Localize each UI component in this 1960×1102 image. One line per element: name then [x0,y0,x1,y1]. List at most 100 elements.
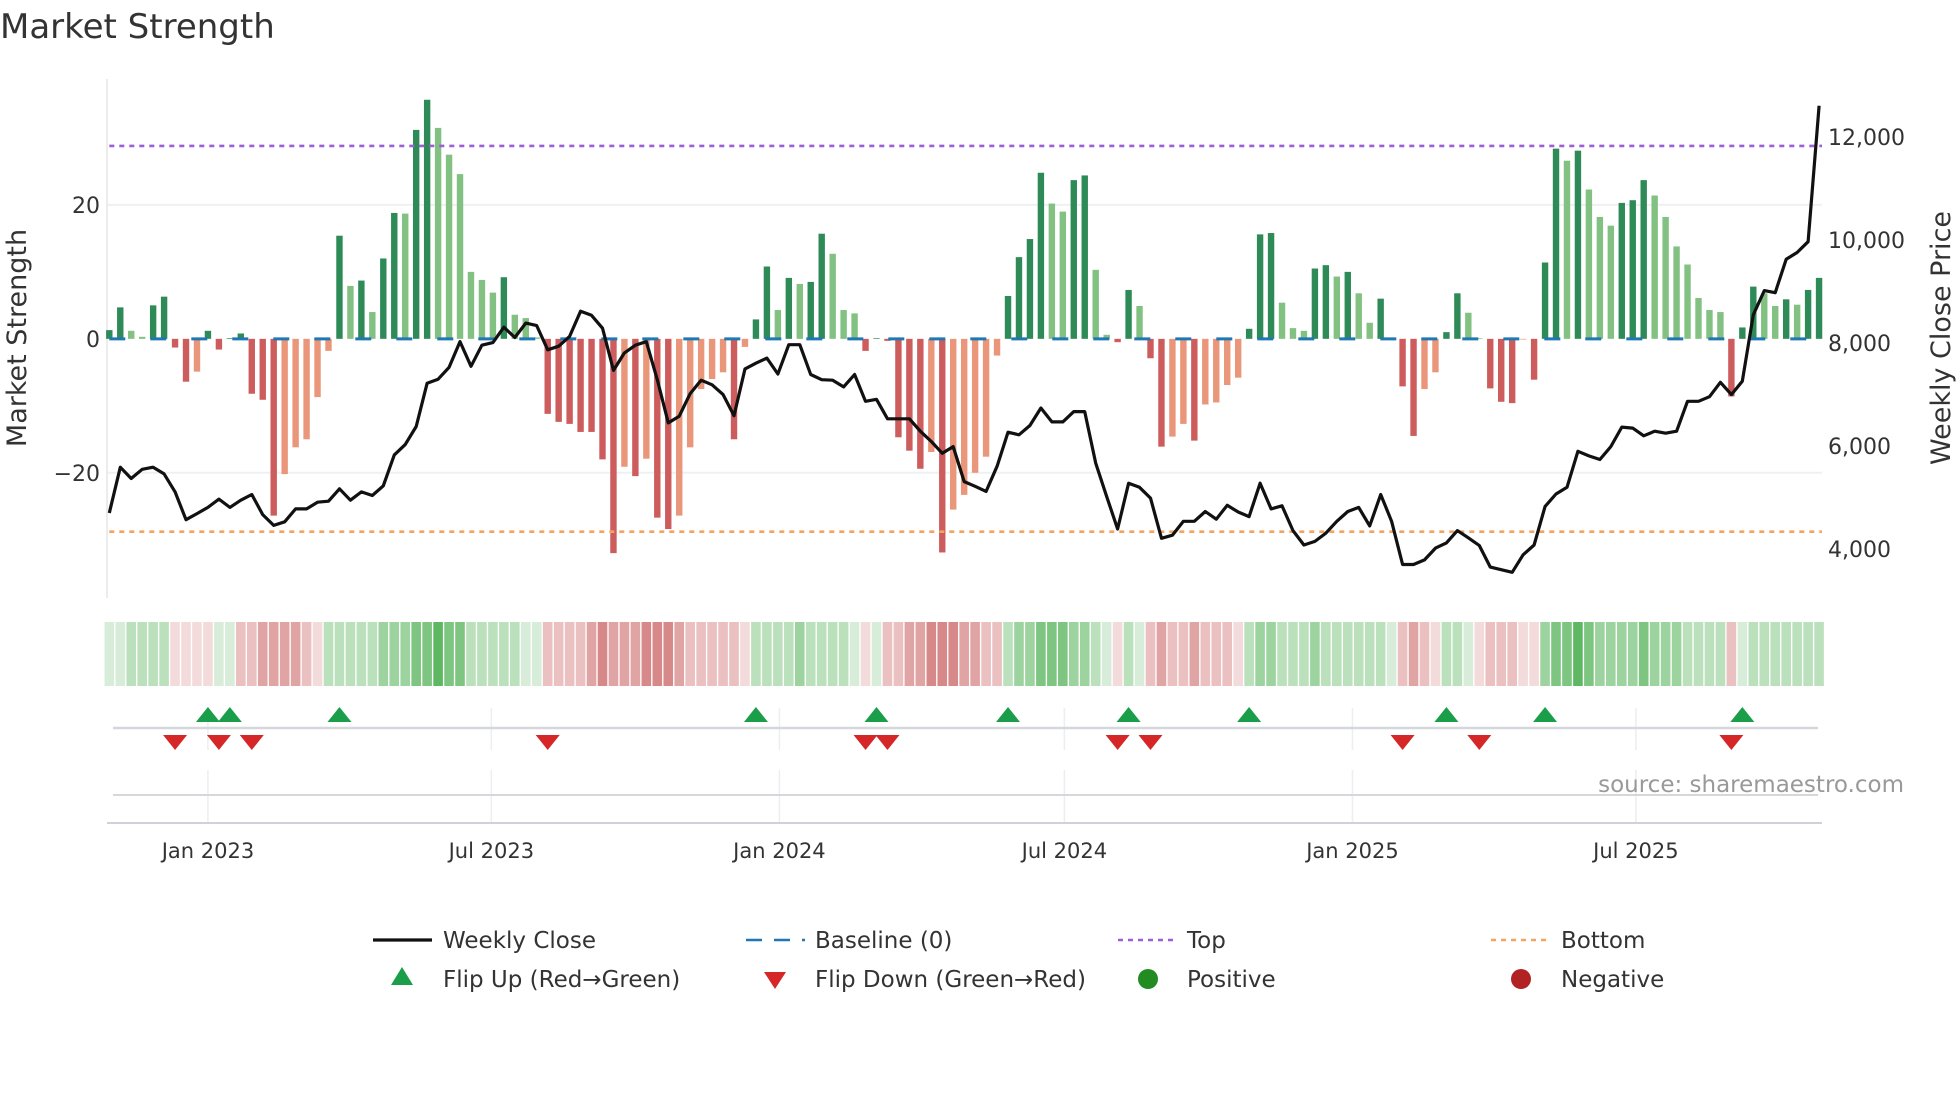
strip-cell-negative [575,622,586,686]
negative-bar [950,338,957,510]
regime-strip [104,622,1824,686]
legend-item-negative[interactable]: Negative [1511,967,1664,993]
positive-bar [1136,306,1143,339]
positive-bar [1004,295,1012,339]
flip-markers-panel [107,707,1822,824]
positive-bar [774,310,782,339]
positive-bar [149,305,157,339]
positive-bar [434,127,442,339]
flip-down-marker-icon [535,735,560,750]
strip-cell-negative [1518,622,1528,686]
strip-cell-positive [1090,622,1101,686]
positive-bar [1311,268,1319,339]
negative-bar [1530,338,1538,380]
strip-cell-positive [762,622,772,686]
x-tick-label: Jul 2023 [447,839,534,863]
strip-cell-negative [290,622,301,686]
strip-cell-positive [1748,622,1759,686]
positive-bar [138,336,146,339]
positive-bar [763,266,771,339]
strip-cell-positive [1375,622,1386,686]
legend-item-flip-up[interactable]: Flip Up (Red→Green) [391,967,680,993]
flip-down-marker-icon [1467,735,1492,750]
strip-cell-negative [1200,622,1211,686]
negative-bar [1410,338,1417,436]
strip-cell-positive [1671,622,1682,686]
strip-cell-negative [1233,622,1243,686]
positive-bar [1651,195,1658,339]
flip-down-marker-icon [1105,735,1130,750]
positive-bar [1717,312,1724,339]
negative-bar [1158,338,1165,447]
strip-cell-negative [860,622,871,686]
legend-item-bottom[interactable]: Bottom [1491,928,1645,954]
positive-bar [1015,257,1023,339]
negative-bar [215,338,223,350]
x-tick-label: Jan 2024 [731,839,826,863]
strip-cell-negative [959,622,969,686]
positive-bar [412,129,420,339]
strip-cell-positive [1737,622,1748,686]
positive-bar [1059,211,1067,339]
negative-bar [1519,338,1527,340]
negative-bar [1432,338,1439,373]
legend-item-positive[interactable]: Positive [1138,967,1276,993]
chart-title: Market Strength [0,7,275,47]
strip-cell-positive [433,622,443,686]
y2-tick-label: 12,000 [1828,126,1905,151]
strip-cell-negative [937,622,948,686]
negative-bar [895,338,902,438]
strip-cell-positive [1332,622,1342,686]
strip-cell-negative [674,622,685,686]
negative-bar [1498,338,1505,402]
strip-cell-negative [915,622,926,686]
strip-cell-negative [696,622,706,686]
strip-cell-positive [1562,622,1572,686]
positive-bar [1037,172,1045,339]
negative-bar [577,338,584,432]
strip-cell-negative [1178,622,1189,686]
strip-cell-positive [1704,622,1715,686]
strip-cell-negative [893,622,904,686]
strip-cell-positive [751,622,761,686]
legend-item-baseline[interactable]: Baseline (0) [746,928,952,954]
strip-cell-negative [553,622,564,686]
positive-bar [1245,328,1253,339]
positive-bar [1804,289,1812,339]
positive-bar [1355,293,1362,339]
positive-bar [160,296,168,339]
legend-item-flip-down[interactable]: Flip Down (Green→Red) [764,967,1086,993]
strip-cell-negative [1156,622,1167,686]
strip-cell-positive [1551,622,1561,686]
strip-cell-positive [225,622,235,686]
negative-bar [676,338,683,516]
source-note: source: sharemaestro.com [1598,772,1904,798]
strip-cell-positive [849,622,860,686]
positive-bar [818,233,825,339]
strip-cell-positive [520,622,531,686]
strip-cell-negative [597,622,608,686]
positive-bar [1739,327,1746,339]
strip-cell-positive [378,622,389,686]
strip-cell-negative [1222,622,1233,686]
strip-cell-negative [1397,622,1408,686]
positive-bar [1772,306,1779,339]
positive-bar [117,307,124,339]
negative-bar [982,338,990,457]
strip-cell-positive [784,622,794,686]
flip-up-marker-icon [1237,707,1262,722]
positive-bar [1761,293,1768,339]
strip-cell-positive [1310,622,1320,686]
strip-cell-positive [422,622,432,686]
strip-cell-positive [477,622,487,686]
flip-up-marker-icon [327,707,352,722]
strip-cell-negative [1419,622,1430,686]
strip-cell-negative [970,622,980,686]
legend-item-top[interactable]: Top [1118,928,1226,954]
negative-bar [654,338,661,518]
positive-bar [752,319,760,339]
y2-tick-label: 6,000 [1828,435,1891,460]
strip-cell-positive [805,622,816,686]
legend-item-weekly-close[interactable]: Weekly Close [373,928,596,954]
negative-bar [719,338,727,373]
